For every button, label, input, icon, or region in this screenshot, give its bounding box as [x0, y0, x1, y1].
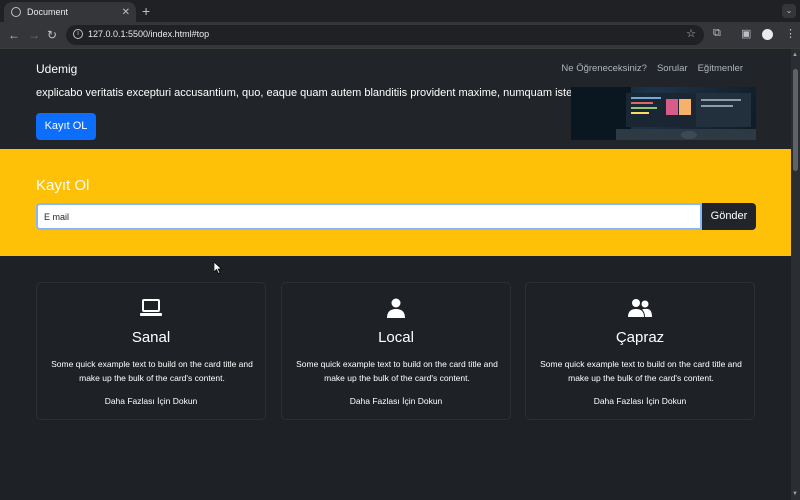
address-bar[interactable]: i 127.0.0.1:5500/index.html#top ☆ [66, 25, 704, 45]
forward-icon[interactable]: → [28, 27, 40, 43]
card-text: Some quick example text to build on the … [540, 359, 742, 383]
laptop-code-illustration [571, 87, 756, 140]
register-button[interactable]: Kayıt OL [36, 113, 96, 140]
email-input[interactable] [36, 203, 702, 230]
person-icon [387, 298, 405, 318]
extensions-icon[interactable]: ⧉ [713, 27, 721, 40]
scroll-up-icon[interactable]: ▲ [792, 52, 798, 58]
laptop-icon [140, 299, 162, 316]
browser-toolbar: ← → ↻ i 127.0.0.1:5500/index.html#top ☆ … [0, 22, 800, 49]
scroll-down-icon[interactable]: ▼ [792, 491, 798, 497]
site-info-icon[interactable]: i [73, 29, 83, 39]
card-title: Local [378, 329, 414, 346]
page-viewport: Udemig Ne Öğreneceksiniz? Sorular Eğitme… [0, 49, 800, 500]
send-button[interactable]: Gönder [702, 203, 756, 230]
tab-search-icon[interactable]: ⌄ [782, 4, 796, 18]
nav-link-learn[interactable]: Ne Öğreneceksiniz? [561, 63, 647, 74]
reload-icon[interactable]: ↻ [47, 27, 57, 43]
nav-link-instructors[interactable]: Eğitmenler [698, 63, 743, 74]
new-tab-icon[interactable]: + [142, 3, 150, 19]
page-header: Udemig Ne Öğreneceksiniz? Sorular Eğitme… [0, 49, 791, 149]
card-text: Some quick example text to build on the … [296, 359, 498, 383]
hero-text: explicabo veritatis excepturi accusantiu… [36, 87, 576, 99]
card-title: Sanal [131, 329, 171, 346]
signup-section: Kayıt Ol Gönder [0, 149, 791, 256]
nav-link-questions[interactable]: Sorular [657, 63, 688, 74]
tab-strip: Document ✕ + ⌄ [0, 0, 800, 22]
feature-card-capraz: Çapraz Some quick example text to build … [525, 282, 755, 420]
feature-card-local: Local Some quick example text to build o… [281, 282, 511, 420]
side-panel-icon[interactable]: ▣ [741, 27, 751, 40]
features-section: Sanal Some quick example text to build o… [0, 256, 791, 500]
people-icon [628, 299, 652, 317]
nav-links: Ne Öğreneceksiniz? Sorular Eğitmenler [561, 63, 743, 74]
brand-logo[interactable]: Udemig [36, 62, 77, 76]
tab-title: Document [27, 7, 69, 17]
scroll-thumb[interactable] [793, 69, 798, 171]
card-title: Çapraz [615, 329, 665, 346]
globe-icon [11, 7, 21, 17]
page-scrollbar[interactable]: ▲ ▼ [791, 49, 800, 500]
hero-image [571, 87, 756, 140]
card-link[interactable]: Daha Fazlası İçin Dokun [37, 396, 265, 406]
card-text: Some quick example text to build on the … [51, 359, 253, 383]
card-link[interactable]: Daha Fazlası İçin Dokun [282, 396, 510, 406]
signup-title: Kayıt Ol [36, 177, 90, 194]
close-tab-icon[interactable]: ✕ [122, 7, 130, 18]
bookmark-star-icon[interactable]: ☆ [686, 27, 696, 40]
back-icon[interactable]: ← [8, 27, 20, 43]
feature-card-sanal: Sanal Some quick example text to build o… [36, 282, 266, 420]
url-text[interactable]: 127.0.0.1:5500/index.html#top [88, 29, 209, 39]
card-link[interactable]: Daha Fazlası İçin Dokun [526, 396, 754, 406]
profile-avatar[interactable] [762, 29, 773, 40]
browser-tab[interactable]: Document ✕ [4, 2, 136, 22]
mouse-cursor-icon [214, 262, 222, 274]
menu-dots-icon[interactable]: ⋮ [785, 27, 796, 40]
